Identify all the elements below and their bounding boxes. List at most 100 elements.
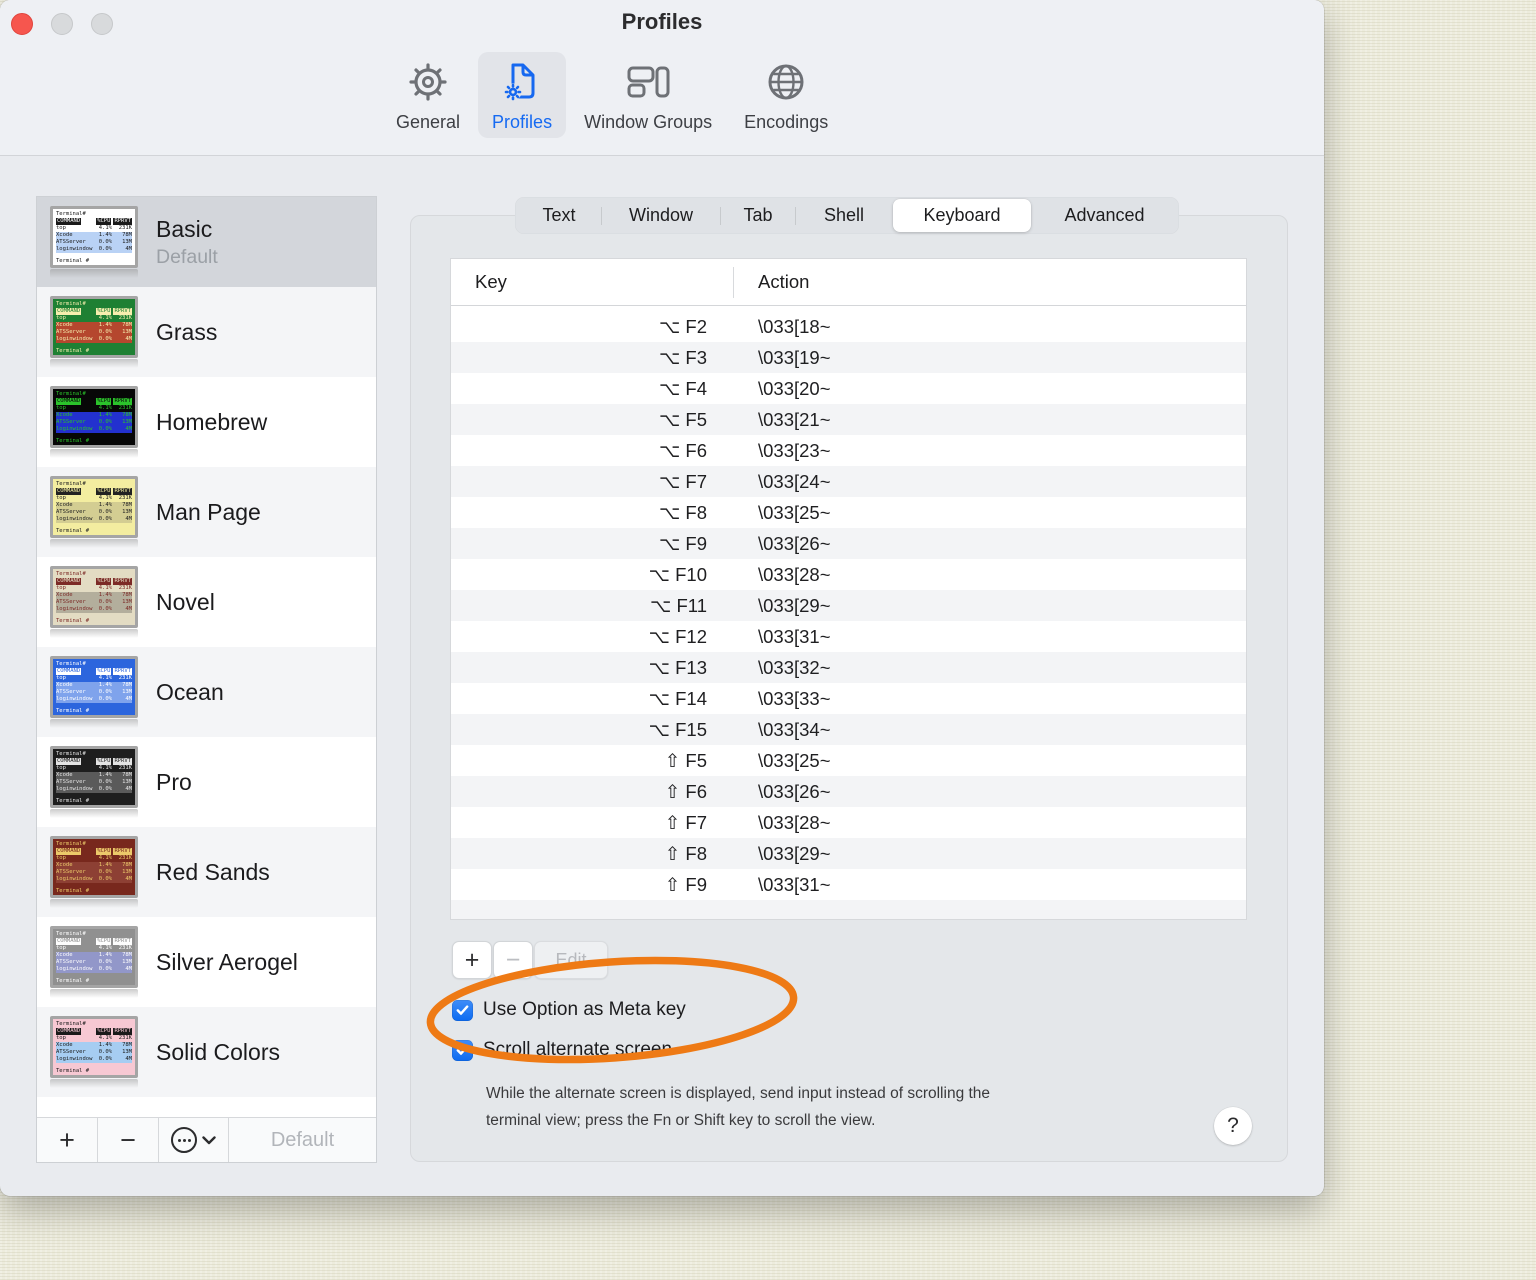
- key-binding-row[interactable]: ⇧ F5 \033[25~: [451, 745, 1246, 776]
- key-binding-row[interactable]: ⌥ F6 \033[23~: [451, 435, 1246, 466]
- action-cell: \033[31~: [758, 625, 831, 647]
- key-binding-row[interactable]: ⌥ F3 \033[19~: [451, 342, 1246, 373]
- profile-thumbnail: Terminal# COMMAND %CPU RPRVT top 4.1% 231K Xc…: [50, 746, 142, 818]
- key-binding-row[interactable]: ⇧ F7 \033[28~: [451, 807, 1246, 838]
- profile-thumbnail: Terminal# COMMAND %CPU RPRVT top 4.1% 231K Xc…: [50, 836, 142, 908]
- key-mapping-table: Key Action ⌥ F2 \033[18~ ⌥ F3 \033[19~ ⌥ F4 \…: [450, 258, 1247, 920]
- action-cell: \033[26~: [758, 780, 831, 802]
- key-binding-row[interactable]: ⌥ F2 \033[18~: [451, 311, 1246, 342]
- profile-name: Man Page: [156, 498, 261, 525]
- thumbnail-reflection: [50, 899, 138, 908]
- profile-list-item-solid-colors[interactable]: Terminal# COMMAND %CPU RPRVT top 4.1% 231K Xc…: [37, 1007, 376, 1097]
- use-option-as-meta-label: Use Option as Meta key: [483, 999, 686, 1020]
- tab-text[interactable]: Text: [517, 199, 601, 232]
- terminal-preferences-window: Profiles General Profiles Window Groups …: [0, 0, 1324, 1196]
- action-cell: \033[19~: [758, 346, 831, 368]
- profile-list-item-man-page[interactable]: Terminal# COMMAND %CPU RPRVT top 4.1% 231K Xc…: [37, 467, 376, 557]
- help-button[interactable]: ?: [1214, 1107, 1252, 1145]
- tab-advanced[interactable]: Advanced: [1032, 199, 1177, 232]
- tab-window[interactable]: Window: [602, 199, 720, 232]
- key-cell: ⇧ F7: [664, 811, 707, 833]
- profile-name: Basic: [156, 215, 213, 242]
- thumbnail-reflection: [50, 629, 138, 638]
- use-option-as-meta-checkbox[interactable]: Use Option as Meta key: [452, 999, 686, 1021]
- key-binding-row[interactable]: ⌥ F14 \033[33~: [451, 683, 1246, 714]
- preferences-toolbar: General Profiles Window Groups Encodings: [382, 52, 842, 138]
- key-binding-row[interactable]: ⇧ F6 \033[26~: [451, 776, 1246, 807]
- key-cell: ⌥ F11: [650, 594, 707, 616]
- tab-tab[interactable]: Tab: [721, 199, 795, 232]
- action-cell: \033[28~: [758, 563, 831, 585]
- action-cell: \033[25~: [758, 749, 831, 771]
- column-header-key[interactable]: Key: [451, 271, 507, 293]
- desktop: Profiles General Profiles Window Groups …: [0, 0, 1536, 1280]
- toolbar-item-profiles[interactable]: Profiles: [478, 52, 567, 138]
- profile-list-item-red-sands[interactable]: Terminal# COMMAND %CPU RPRVT top 4.1% 231K Xc…: [37, 827, 376, 917]
- key-binding-row[interactable]: ⇧ F9 \033[31~: [451, 869, 1246, 900]
- profile-list-item-silver-aerogel[interactable]: Terminal# COMMAND %CPU RPRVT top 4.1% 231K Xc…: [37, 917, 376, 1007]
- table-empty-area: [451, 900, 1246, 919]
- thumbnail-reflection: [50, 269, 138, 278]
- profile-list-item-pro[interactable]: Terminal# COMMAND %CPU RPRVT top 4.1% 231K Xc…: [37, 737, 376, 827]
- key-binding-row[interactable]: ⌥ F9 \033[26~: [451, 528, 1246, 559]
- default-button[interactable]: Default: [229, 1118, 376, 1162]
- action-cell: \033[18~: [758, 315, 831, 337]
- key-binding-row[interactable]: ⌥ F13 \033[32~: [451, 652, 1246, 683]
- add-profile-button[interactable]: +: [37, 1118, 98, 1162]
- checkbox-checked-icon: [452, 1039, 473, 1061]
- chevron-down-icon: [202, 1135, 216, 1144]
- profile-list-item-ocean[interactable]: Terminal# COMMAND %CPU RPRVT top 4.1% 231K Xc…: [37, 647, 376, 737]
- profile-thumbnail: Terminal# COMMAND %CPU RPRVT top 4.1% 231K Xc…: [50, 566, 142, 638]
- action-cell: \033[28~: [758, 811, 831, 833]
- toolbar-item-general[interactable]: General: [382, 52, 474, 138]
- scroll-alternate-screen-checkbox[interactable]: Scroll alternate screen: [452, 1039, 672, 1061]
- table-header: Key Action: [451, 259, 1246, 306]
- key-binding-row[interactable]: ⌥ F7 \033[24~: [451, 466, 1246, 497]
- key-cell: ⇧ F9: [664, 873, 707, 895]
- key-binding-row[interactable]: ⌥ F5 \033[21~: [451, 404, 1246, 435]
- thumbnail-reflection: [50, 989, 138, 998]
- more-options-button[interactable]: [159, 1118, 229, 1162]
- toolbar-label-general: General: [396, 112, 461, 132]
- thumbnail-reflection: [50, 449, 138, 458]
- question-mark-icon: ?: [1227, 1114, 1239, 1137]
- profile-list-item-novel[interactable]: Terminal# COMMAND %CPU RPRVT top 4.1% 231K Xc…: [37, 557, 376, 647]
- toolbar-item-encodings[interactable]: Encodings: [730, 52, 842, 138]
- tab-keyboard[interactable]: Keyboard: [893, 199, 1031, 232]
- action-cell: \033[25~: [758, 501, 831, 523]
- profile-sidebar: Terminal# COMMAND %CPU RPRVT top 4.1% 231K Xc…: [36, 196, 377, 1163]
- action-cell: \033[24~: [758, 470, 831, 492]
- key-binding-row[interactable]: ⌥ F10 \033[28~: [451, 559, 1246, 590]
- profile-thumbnail: Terminal# COMMAND %CPU RPRVT top 4.1% 231K Xc…: [50, 206, 142, 278]
- key-table-body: ⌥ F2 \033[18~ ⌥ F3 \033[19~ ⌥ F4 \033[20~ ⌥ F5…: [451, 311, 1246, 919]
- edit-key-button[interactable]: Edit: [534, 941, 608, 979]
- key-cell: ⌥ F3: [658, 346, 707, 368]
- remove-key-button[interactable]: −: [493, 941, 533, 979]
- alternate-screen-help-text: While the alternate screen is displayed,…: [486, 1085, 991, 1129]
- key-cell: ⇧ F5: [664, 749, 707, 771]
- key-binding-row[interactable]: ⌥ F11 \033[29~: [451, 590, 1246, 621]
- profile-thumbnail: Terminal# COMMAND %CPU RPRVT top 4.1% 231K Xc…: [50, 476, 142, 548]
- remove-profile-button[interactable]: −: [98, 1118, 159, 1162]
- add-key-button[interactable]: +: [452, 941, 492, 979]
- profile-list-item-basic[interactable]: Terminal# COMMAND %CPU RPRVT top 4.1% 231K Xc…: [37, 197, 376, 287]
- key-binding-row[interactable]: ⇧ F8 \033[29~: [451, 838, 1246, 869]
- key-binding-row[interactable]: ⌥ F8 \033[25~: [451, 497, 1246, 528]
- titlebar: Profiles General Profiles Window Groups …: [0, 0, 1324, 156]
- toolbar-item-window-groups[interactable]: Window Groups: [570, 52, 726, 138]
- key-binding-row[interactable]: ⌥ F4 \033[20~: [451, 373, 1246, 404]
- key-binding-row[interactable]: ⌥ F15 \033[34~: [451, 714, 1246, 745]
- key-cell: ⌥ F15: [648, 718, 707, 740]
- profile-thumbnail: Terminal# COMMAND %CPU RPRVT top 4.1% 231K Xc…: [50, 656, 142, 728]
- profile-list-item-grass[interactable]: Terminal# COMMAND %CPU RPRVT top 4.1% 231K Xc…: [37, 287, 376, 377]
- tab-shell[interactable]: Shell: [796, 199, 892, 232]
- key-cell: ⌥ F14: [648, 687, 707, 709]
- window-groups-icon: [625, 59, 671, 110]
- column-header-action[interactable]: Action: [758, 271, 809, 293]
- action-cell: \033[21~: [758, 408, 831, 430]
- window-title: Profiles: [621, 9, 703, 34]
- column-divider: [733, 267, 734, 298]
- key-binding-row[interactable]: ⌥ F12 \033[31~: [451, 621, 1246, 652]
- profile-list-item-homebrew[interactable]: Terminal# COMMAND %CPU RPRVT top 4.1% 231K Xc…: [37, 377, 376, 467]
- action-cell: \033[34~: [758, 718, 831, 740]
